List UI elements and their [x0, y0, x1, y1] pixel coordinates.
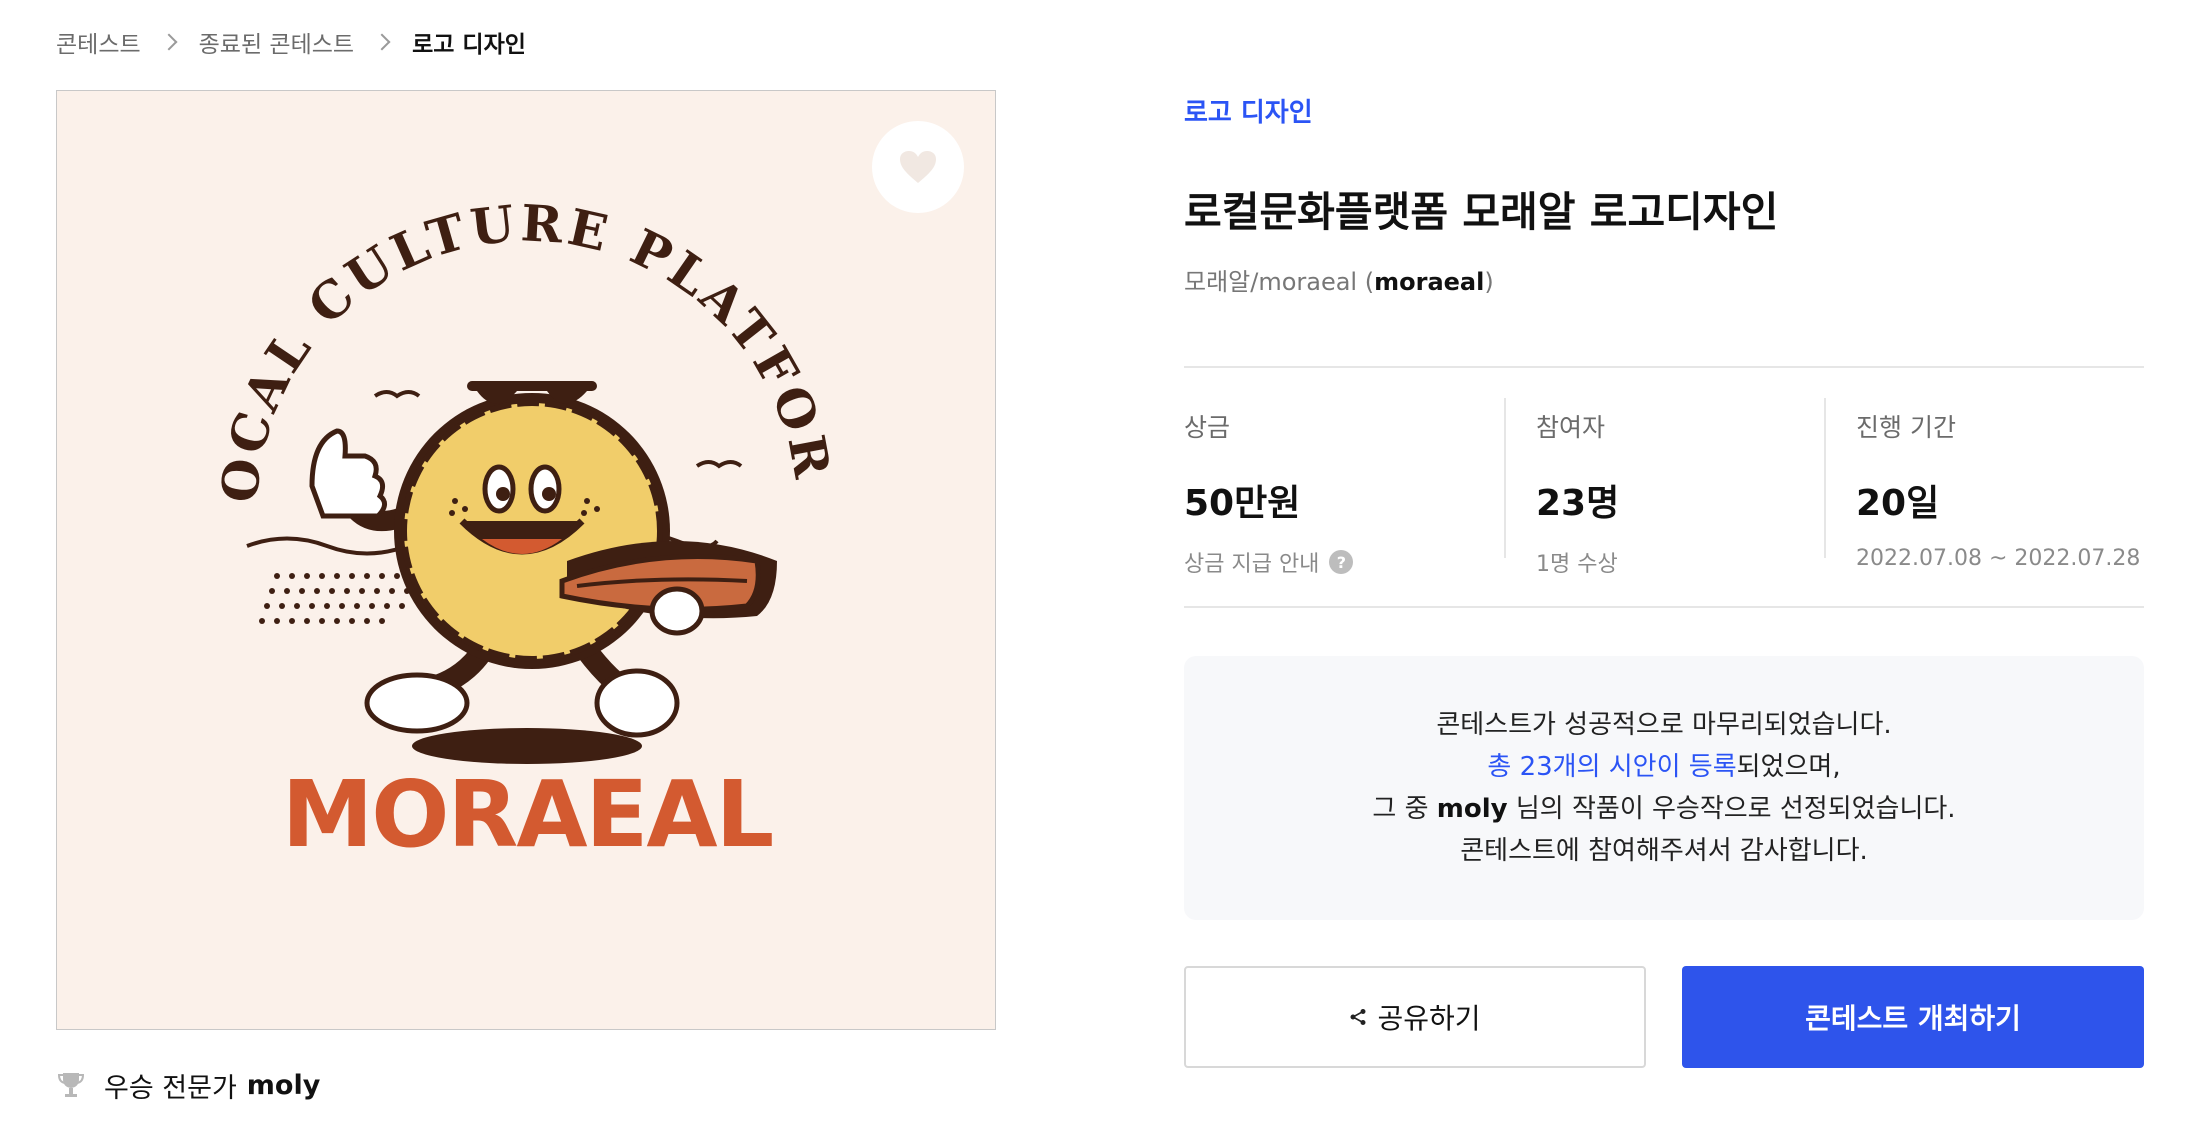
stat-sub-text: 상금 지급 안내 [1184, 552, 1320, 577]
share-button-label: 공유하기 [1377, 1002, 1481, 1035]
contest-title: 로컬문화플랫폼 모래알 로고디자인 [1184, 188, 1779, 236]
stat-label: 참여자 [1536, 413, 1606, 442]
stat-value: 23명 [1536, 483, 1620, 524]
trophy-icon [56, 1070, 86, 1100]
share-icon [1349, 1008, 1367, 1026]
host-contest-button[interactable]: 콘테스트 개최하기 [1682, 966, 2144, 1068]
breadcrumb-item-contests[interactable]: 콘테스트 [56, 25, 141, 59]
help-icon[interactable]: ? [1329, 550, 1354, 574]
contest-category[interactable]: 로고 디자인 [1184, 92, 1313, 129]
breadcrumb-item-current: 로고 디자인 [412, 32, 526, 58]
notice-text: 되었으며, [1736, 752, 1841, 782]
breadcrumb: 콘테스트 종료된 콘테스트 로고 디자인 [56, 22, 526, 62]
notice-text: 그 중 [1372, 794, 1437, 824]
contest-result-notice: 콘테스트가 성공적으로 마무리되었습니다. 총 23개의 시안이 등록되었으며,… [1184, 656, 2144, 920]
share-button[interactable]: 공유하기 [1184, 966, 1646, 1068]
notice-line: 콘테스트에 참여해주셔서 감사합니다. [1460, 836, 1868, 866]
like-button[interactable] [872, 121, 964, 213]
stat-label: 진행 기간 [1856, 413, 1956, 442]
chevron-right-icon [373, 33, 391, 51]
notice-text: 님의 작품이 우승작으로 선정되었습니다. [1507, 794, 1956, 824]
stat-value: 50만원 [1184, 483, 1301, 524]
winner-name[interactable]: moly [247, 1070, 321, 1101]
contest-host: 모래알/moraeal (moraeal) [1184, 262, 1494, 297]
notice-line: 총 23개의 시안이 등록되었으며, [1487, 746, 1840, 788]
contest-stats: 상금 50만원 상금 지급 안내 ? 참여자 23명 1명 수상 진행 기간 2… [1184, 366, 2144, 608]
notice-line: 콘테스트가 성공적으로 마무리되었습니다. [1436, 710, 1892, 740]
stat-participants: 참여자 23명 1명 수상 [1504, 368, 1824, 606]
breadcrumb-item-ended-contests[interactable]: 종료된 콘테스트 [199, 25, 354, 59]
submissions-link[interactable]: 총 23개의 시안이 등록 [1487, 752, 1736, 782]
logo-artwork: LOCAL CULTURE PLATFORM [57, 91, 995, 1029]
prize-payment-info[interactable]: 상금 지급 안내 ? [1184, 546, 1504, 578]
stat-duration: 진행 기간 20일 2022.07.08 ~ 2022.07.28 [1824, 368, 2144, 606]
winning-artwork-image[interactable]: LOCAL CULTURE PLATFORM [56, 90, 996, 1030]
notice-winner-name: moly [1436, 794, 1508, 824]
winner-label: 우승 전문가 [104, 1072, 237, 1104]
stat-sub-text: 1명 수상 [1536, 552, 1618, 577]
action-buttons: 공유하기 콘테스트 개최하기 [1184, 966, 2144, 1068]
winner-info: 우승 전문가 moly [56, 1062, 320, 1108]
notice-line: 그 중 moly 님의 작품이 우승작으로 선정되었습니다. [1372, 788, 1955, 830]
chevron-right-icon [160, 33, 178, 51]
host-id[interactable]: moraeal [1374, 268, 1484, 296]
host-suffix: ) [1484, 268, 1494, 296]
stat-label: 상금 [1184, 413, 1231, 442]
stat-sub-text: 2022.07.08 ~ 2022.07.28 [1856, 546, 2141, 571]
logo-wordmark: MORAEAL [282, 761, 773, 868]
host-name: 모래알/moraeal ( [1184, 268, 1375, 296]
stat-value: 20일 [1856, 483, 1940, 524]
stat-prize: 상금 50만원 상금 지급 안내 ? [1184, 368, 1504, 606]
heart-icon [900, 151, 936, 183]
